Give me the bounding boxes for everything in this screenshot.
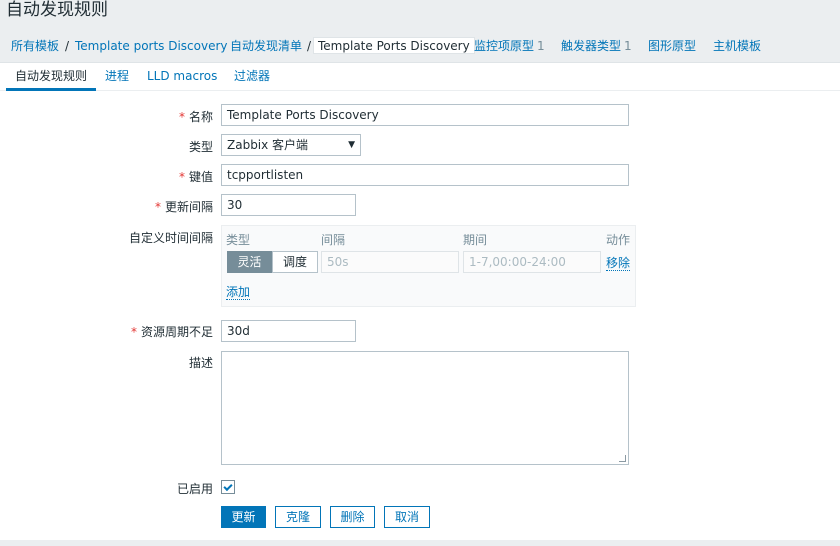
breadcrumb-graph-prototypes[interactable]: 图形原型: [648, 38, 696, 55]
col-period-header: 期间: [463, 233, 488, 247]
tab-preprocessing[interactable]: 进程: [96, 63, 138, 91]
custom-intervals-label: 自定义时间间隔: [128, 231, 213, 245]
breadcrumb-separator: /: [65, 39, 70, 53]
interval-field[interactable]: 30: [221, 194, 356, 216]
breadcrumb-current-rule: Template Ports Discovery: [313, 37, 475, 54]
custom-interval-field[interactable]: 50s: [321, 251, 459, 273]
tab-filters[interactable]: 过滤器: [225, 63, 279, 91]
enabled-label: 已启用: [176, 482, 213, 496]
clone-button[interactable]: 克隆: [275, 506, 321, 528]
cancel-button[interactable]: 取消: [384, 506, 430, 528]
breadcrumb-trigger-prototypes-count: 1: [624, 39, 632, 53]
dropdown-arrow-icon: ▼: [348, 140, 355, 150]
tab-discovery-rule[interactable]: 自动发现规则: [6, 63, 97, 91]
form-panel: 自动发现规则 进程 LLD macros 过滤器 * 名称 Template Po…: [0, 62, 840, 540]
required-marker: *: [154, 200, 161, 214]
required-marker: *: [178, 110, 185, 124]
type-label: 类型: [188, 140, 213, 154]
col-action-header: 动作: [606, 233, 631, 247]
interval-label-text: 更新间隔: [164, 200, 213, 214]
page-header: 自动发现规则: [0, 0, 840, 27]
lifetime-field[interactable]: 30d: [221, 320, 356, 342]
add-interval-link[interactable]: 添加: [226, 285, 251, 300]
name-field[interactable]: Template Ports Discovery: [221, 104, 629, 126]
breadcrumb-item-prototypes[interactable]: 监控项原型 1: [474, 38, 545, 55]
type-select-value: Zabbix 客户端: [227, 138, 309, 152]
breadcrumb-separator: /: [307, 39, 312, 53]
required-marker: *: [178, 170, 185, 184]
col-interval-header: 间隔: [321, 233, 346, 247]
checkmark-icon: [223, 481, 233, 492]
key-field[interactable]: tcpportlisten: [221, 164, 629, 186]
breadcrumb-all-templates[interactable]: 所有模板: [11, 38, 59, 55]
enabled-checkbox[interactable]: [221, 480, 235, 494]
page-title: 自动发现规则: [6, 0, 108, 20]
mode-flexible-toggle[interactable]: 灵活: [227, 251, 272, 273]
update-button[interactable]: 更新: [221, 506, 266, 528]
tab-lld-macros[interactable]: LLD macros: [138, 63, 226, 91]
custom-intervals-table: 类型 间隔 期间 动作 灵活 调度 50s 1-7,00:00-24:00 移除…: [221, 225, 636, 307]
custom-period-field[interactable]: 1-7,00:00-24:00: [463, 251, 601, 273]
delete-button[interactable]: 删除: [330, 506, 375, 528]
description-label: 描述: [188, 356, 213, 370]
resize-handle-icon[interactable]: [619, 455, 626, 462]
name-label-text: 名称: [188, 110, 213, 124]
remove-interval-link[interactable]: 移除: [606, 256, 631, 271]
lifetime-label: * 资源周期不足: [131, 323, 213, 340]
breadcrumb-trigger-prototypes[interactable]: 触发器类型 1: [561, 38, 632, 55]
key-label-text: 键值: [188, 170, 213, 184]
breadcrumb: 所有模板 / Template ports Discovery 自动发现清单 /…: [0, 34, 840, 58]
name-label: * 名称: [179, 108, 213, 125]
type-select[interactable]: Zabbix 客户端 ▼: [221, 134, 361, 156]
key-label: * 键值: [179, 168, 213, 185]
required-marker: *: [130, 325, 137, 339]
breadcrumb-item-prototypes-label: 监控项原型: [474, 39, 535, 53]
breadcrumb-host-prototypes[interactable]: 主机模板: [713, 38, 761, 55]
mode-scheduling-toggle[interactable]: 调度: [272, 251, 318, 273]
tab-bar: 自动发现规则 进程 LLD macros 过滤器: [0, 63, 840, 91]
description-textarea[interactable]: [221, 351, 629, 465]
breadcrumb-template[interactable]: Template ports Discovery: [75, 38, 228, 55]
lifetime-label-text: 资源周期不足: [140, 325, 213, 339]
col-type-header: 类型: [226, 233, 251, 247]
breadcrumb-discovery-list[interactable]: 自动发现清单: [230, 38, 302, 55]
interval-label: * 更新间隔: [155, 198, 213, 215]
breadcrumb-trigger-prototypes-label: 触发器类型: [561, 39, 622, 53]
breadcrumb-item-prototypes-count: 1: [537, 39, 545, 53]
